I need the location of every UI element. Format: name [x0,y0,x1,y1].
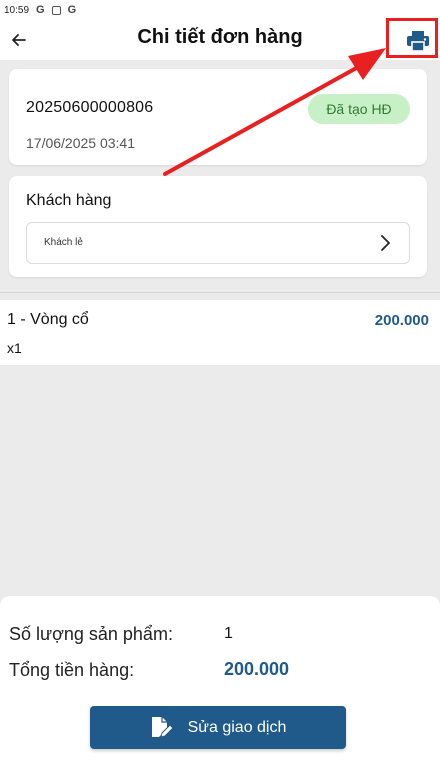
content-area: 20250600000806 17/06/2025 03:41 Đã tạo H… [0,60,440,783]
page-title: Chi tiết đơn hàng [137,26,303,48]
edit-transaction-button[interactable]: Sửa giao dịch [90,706,346,749]
google-icon-2: G [67,4,77,16]
edit-document-icon [150,715,174,741]
product-count-label: Số lượng sản phẩm: [9,624,173,644]
product-quantity: x1 [7,340,22,356]
product-row[interactable]: 1 - Vòng cổ x1 200.000 [0,300,440,365]
app-bar: Chi tiết đơn hàng [0,20,440,60]
notification-icon [51,5,61,15]
print-button[interactable] [400,26,436,56]
edit-button-label: Sửa giao dịch [187,718,287,736]
order-info-card: 20250600000806 17/06/2025 03:41 Đã tạo H… [9,69,427,165]
product-name: 1 - Vòng cổ [7,311,89,328]
google-icon: G [36,4,45,16]
summary-panel: Số lượng sản phẩm: 1 Tổng tiền hàng: 200… [0,596,440,783]
total-label: Tổng tiền hàng: [9,660,135,680]
status-time: 10:59 [4,4,30,16]
status-bar: 10:59 G G [0,0,440,20]
order-date: 17/06/2025 03:41 [26,135,135,151]
printer-icon [407,31,429,52]
order-code: 20250600000806 [26,99,154,116]
status-badge: Đã tạo HĐ [308,94,410,124]
customer-selector[interactable]: Khách lẻ [26,222,410,264]
customer-label: Khách hàng [26,192,112,209]
divider [0,292,440,293]
total-value: 200.000 [224,659,290,679]
product-price: 200.000 [374,312,429,329]
product-count-value: 1 [224,625,233,642]
chevron-right-icon [381,235,390,251]
customer-value: Khách lẻ [44,237,83,248]
customer-card: Khách hàng Khách lẻ [9,176,427,277]
